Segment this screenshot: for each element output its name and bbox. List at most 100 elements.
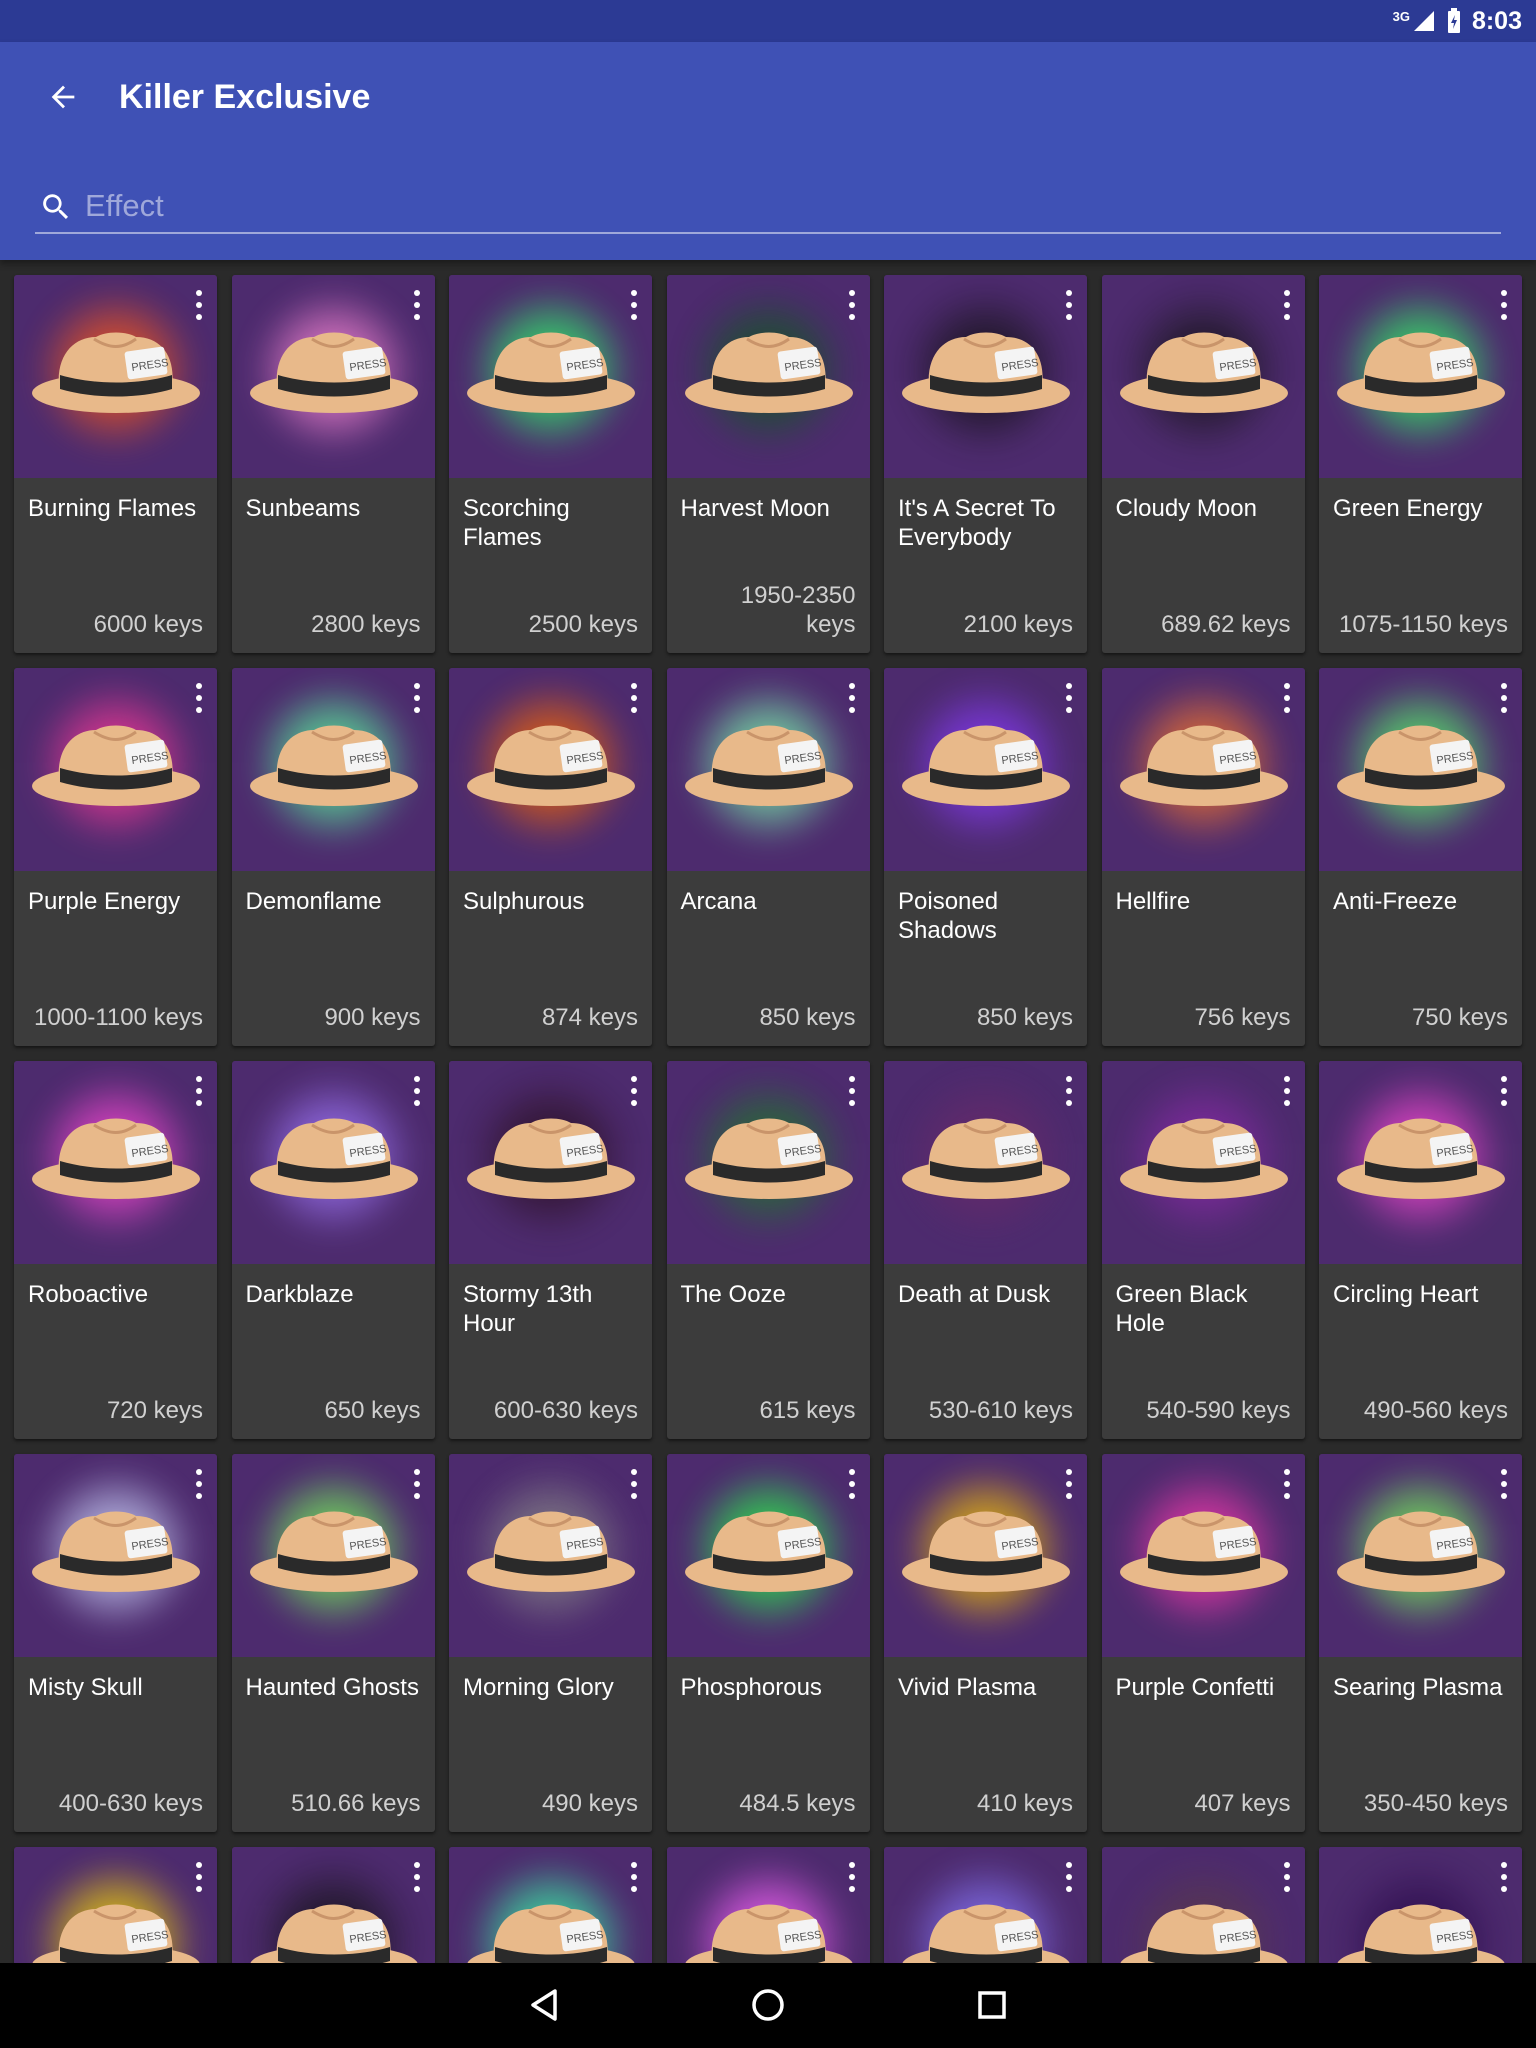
more-options-icon[interactable] <box>1061 1859 1077 1895</box>
effect-name: Arcana <box>680 888 757 915</box>
effect-card[interactable]: PRESS Arcana 850 keys <box>666 668 870 1046</box>
effect-price: 1075-1150 keys <box>1338 611 1508 638</box>
more-options-icon[interactable] <box>191 1073 207 1109</box>
hat-icon: PRESS <box>467 1904 635 1965</box>
effect-thumbnail: PRESS <box>884 275 1087 478</box>
more-options-icon[interactable] <box>1061 287 1077 323</box>
effect-card[interactable]: PRESS Death at Dusk 530-610 keys <box>884 1061 1087 1439</box>
effect-thumbnail: PRESS <box>231 668 435 871</box>
more-options-icon[interactable] <box>626 1466 642 1502</box>
effect-name: Roboactive <box>28 1281 149 1308</box>
more-options-icon[interactable] <box>409 680 425 716</box>
nav-recents-button[interactable] <box>962 1975 1022 2035</box>
effect-card[interactable]: PRESS Poisoned Shadows 850 keys <box>884 668 1087 1046</box>
hat-icon: PRESS <box>32 332 200 413</box>
hat-icon: PRESS <box>1337 1118 1505 1199</box>
effect-card[interactable]: PRESS Anti-Freeze 750 keys <box>1319 668 1522 1046</box>
effect-name: Circling Heart <box>1333 1281 1479 1308</box>
effect-thumbnail: PRESS <box>449 1847 652 1965</box>
effect-card[interactable]: PRESS <box>884 1847 1087 1965</box>
more-options-icon[interactable] <box>409 287 425 323</box>
more-options-icon[interactable] <box>409 1466 425 1502</box>
effect-card[interactable]: PRESS Darkblaze 650 keys <box>231 1061 435 1439</box>
more-options-icon[interactable] <box>191 680 207 716</box>
nav-back-button[interactable] <box>515 1975 575 2035</box>
effect-thumbnail: PRESS <box>666 275 870 478</box>
effect-card[interactable]: PRESS Haunted Ghosts 510.66 keys <box>231 1454 435 1832</box>
more-options-icon[interactable] <box>1496 1859 1512 1895</box>
effect-card[interactable]: PRESS Stormy 13th Hour 600-630 keys <box>449 1061 652 1439</box>
more-options-icon[interactable] <box>1496 1073 1512 1109</box>
more-options-icon[interactable] <box>1279 287 1295 323</box>
more-options-icon[interactable] <box>1496 680 1512 716</box>
effect-price: 689.62 keys <box>1161 611 1291 638</box>
effect-card[interactable]: PRESS Sunbeams 2800 keys <box>231 275 435 653</box>
effect-card[interactable]: PRESS Cloudy Moon 689.62 keys <box>1101 275 1305 653</box>
effect-name: Searing Plasma <box>1333 1674 1503 1701</box>
effect-name: Haunted Ghosts <box>245 1674 419 1701</box>
effect-card[interactable]: PRESS The Ooze 615 keys <box>666 1061 870 1439</box>
more-options-icon[interactable] <box>844 1466 860 1502</box>
more-options-icon[interactable] <box>1279 1073 1295 1109</box>
more-options-icon[interactable] <box>191 287 207 323</box>
more-options-icon[interactable] <box>191 1859 207 1895</box>
more-options-icon[interactable] <box>626 1073 642 1109</box>
more-options-icon[interactable] <box>844 1073 860 1109</box>
effect-card[interactable]: PRESS Sulphurous 874 keys <box>449 668 652 1046</box>
more-options-icon[interactable] <box>191 1466 207 1502</box>
more-options-icon[interactable] <box>1061 1073 1077 1109</box>
more-options-icon[interactable] <box>1279 1859 1295 1895</box>
effect-card[interactable]: PRESS Green Energy 1075-1150 keys <box>1319 275 1522 653</box>
more-options-icon[interactable] <box>626 287 642 323</box>
hat-icon: PRESS <box>467 1118 635 1199</box>
effect-card[interactable]: PRESS <box>14 1847 217 1965</box>
effect-card[interactable]: PRESS Searing Plasma 350-450 keys <box>1319 1454 1522 1832</box>
nav-home-button[interactable] <box>738 1975 798 2035</box>
effect-card[interactable]: PRESS <box>231 1847 435 1965</box>
effect-card[interactable]: PRESS Morning Glory 490 keys <box>449 1454 652 1832</box>
more-options-icon[interactable] <box>1496 287 1512 323</box>
more-options-icon[interactable] <box>1279 680 1295 716</box>
effect-card[interactable]: PRESS <box>1101 1847 1305 1965</box>
search-icon <box>43 194 69 220</box>
effect-name: Poisoned Shadows <box>898 888 999 944</box>
effect-thumbnail: PRESS <box>1101 1847 1305 1965</box>
effect-name: Stormy 13th Hour <box>463 1281 593 1337</box>
effect-card[interactable]: PRESS <box>666 1847 870 1965</box>
effect-card[interactable]: PRESS Purple Confetti 407 keys <box>1101 1454 1305 1832</box>
search-input[interactable] <box>83 180 1487 232</box>
effect-card[interactable]: PRESS Green Black Hole 540-590 keys <box>1101 1061 1305 1439</box>
more-options-icon[interactable] <box>1061 1466 1077 1502</box>
back-button[interactable] <box>38 72 88 122</box>
effect-price: 6000 keys <box>93 611 203 638</box>
status-bar: 3G 8:03 <box>0 0 1536 42</box>
more-options-icon[interactable] <box>844 287 860 323</box>
more-options-icon[interactable] <box>844 1859 860 1895</box>
effect-card[interactable]: PRESS <box>1319 1847 1522 1965</box>
hat-icon: PRESS <box>902 725 1070 806</box>
effect-card[interactable]: PRESS Hellfire 756 keys <box>1101 668 1305 1046</box>
effect-card[interactable]: PRESS Phosphorous 484.5 keys <box>666 1454 870 1832</box>
effect-card[interactable]: PRESS Scorching Flames 2500 keys <box>449 275 652 653</box>
more-options-icon[interactable] <box>844 680 860 716</box>
effect-card[interactable]: PRESS Circling Heart 490-560 keys <box>1319 1061 1522 1439</box>
more-options-icon[interactable] <box>1061 680 1077 716</box>
more-options-icon[interactable] <box>409 1073 425 1109</box>
effect-card[interactable]: PRESS Roboactive 720 keys <box>14 1061 217 1439</box>
more-options-icon[interactable] <box>626 680 642 716</box>
effect-card[interactable]: PRESS <box>449 1847 652 1965</box>
more-options-icon[interactable] <box>409 1859 425 1895</box>
effect-name: Phosphorous <box>680 1674 822 1701</box>
effect-card[interactable]: PRESS Vivid Plasma 410 keys <box>884 1454 1087 1832</box>
hat-icon: PRESS <box>249 1118 418 1199</box>
effect-card[interactable]: PRESS Purple Energy 1000-1100 keys <box>14 668 217 1046</box>
more-options-icon[interactable] <box>1279 1466 1295 1502</box>
effect-name: Purple Confetti <box>1115 1674 1275 1701</box>
effect-card[interactable]: PRESS Burning Flames 6000 keys <box>14 275 217 653</box>
more-options-icon[interactable] <box>626 1859 642 1895</box>
effect-card[interactable]: PRESS Demonflame 900 keys <box>231 668 435 1046</box>
effect-card[interactable]: PRESS It's A Secret To Everybody 2100 key… <box>884 275 1087 653</box>
effect-card[interactable]: PRESS Misty Skull 400-630 keys <box>14 1454 217 1832</box>
effect-card[interactable]: PRESS Harvest Moon 1950-2350 keys <box>666 275 870 653</box>
more-options-icon[interactable] <box>1496 1466 1512 1502</box>
